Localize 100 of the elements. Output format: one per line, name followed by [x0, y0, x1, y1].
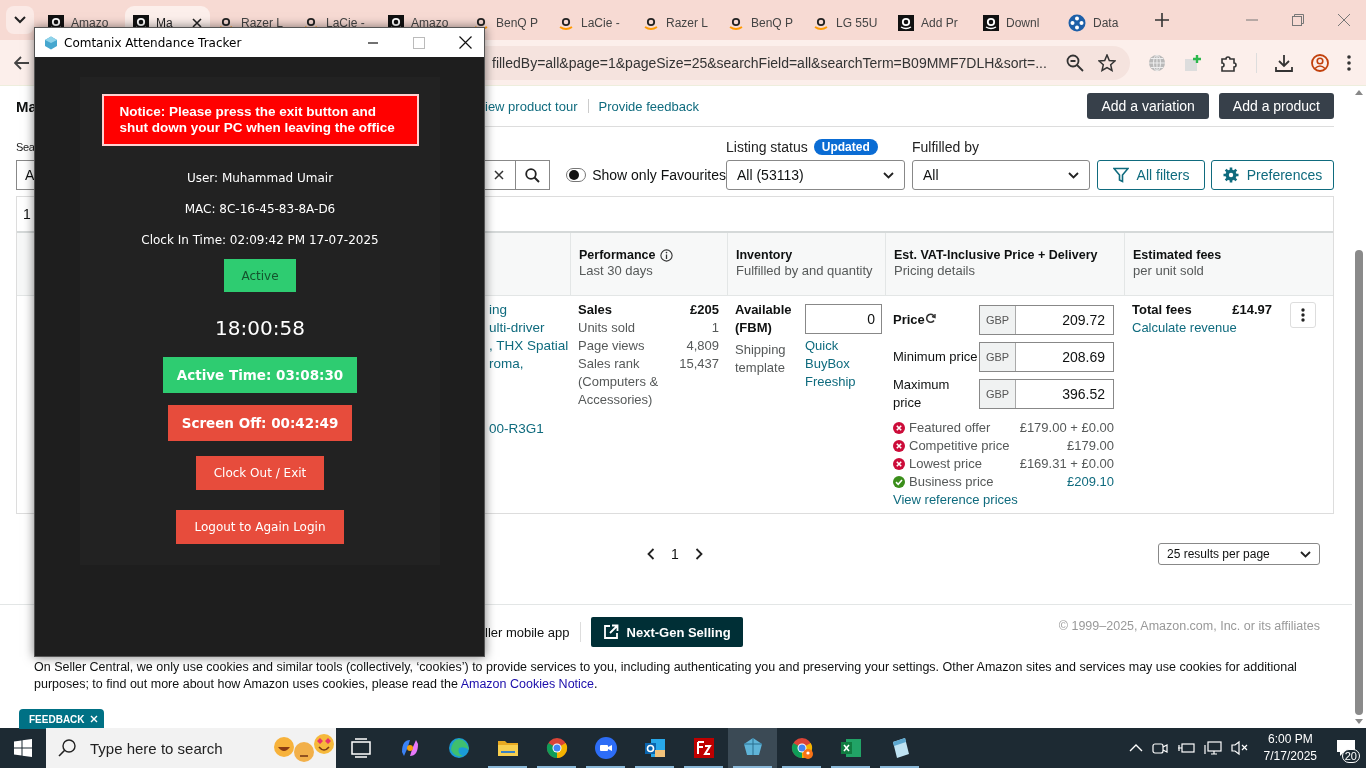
action-button[interactable]: Clock Out / Exit [195, 456, 325, 490]
zoom-icon[interactable] [1066, 53, 1084, 72]
new-tab-icon[interactable] [1155, 13, 1169, 27]
price-label: Minimum price [893, 348, 979, 366]
add-product-button[interactable]: Add a product [1218, 93, 1334, 119]
price-field[interactable]: GBP 208.69 [979, 342, 1114, 372]
video-icon [593, 736, 618, 760]
metric-label: Page views [578, 337, 646, 355]
browser-tab[interactable]: Downl [975, 6, 1060, 40]
favourites-toggle[interactable] [566, 168, 587, 182]
wave-icon [446, 736, 471, 760]
restore-icon[interactable] [1292, 14, 1304, 26]
puzzle-icon[interactable] [1220, 53, 1238, 72]
refresh-icon[interactable] [924, 313, 936, 324]
fees-value: £14.97 [1232, 301, 1272, 319]
close-icon[interactable] [459, 36, 472, 49]
ring-logo-icon [789, 736, 814, 760]
chevron-down-icon [14, 16, 26, 24]
fulfilled-by-label: Fulfilled by [912, 139, 980, 155]
reference-label: Competitive price [909, 437, 1010, 455]
download-icon[interactable] [1275, 53, 1293, 72]
search-icon [525, 167, 540, 183]
browser-tab[interactable]: Data [1060, 6, 1145, 40]
cookies-notice-link[interactable]: Amazon Cookies Notice [460, 677, 595, 691]
search-icon [58, 739, 76, 757]
shipping-template-link[interactable]: Quick BuyBox Freeship [805, 337, 877, 391]
availability-label: Available (FBM) [735, 301, 793, 337]
scroll-down-icon[interactable] [1355, 719, 1363, 724]
network-icon[interactable] [1203, 740, 1222, 756]
quantity-field[interactable]: 0 [805, 304, 882, 334]
task-view-icon [348, 736, 373, 760]
search-button[interactable] [516, 160, 550, 190]
profile-icon[interactable] [1311, 53, 1329, 72]
menu-icon[interactable] [1347, 54, 1351, 71]
reference-value: £209.10 [1066, 473, 1114, 491]
column-title: Performance [579, 248, 656, 262]
close-icon[interactable] [192, 18, 202, 28]
product-title-link[interactable]: ing ulti-driver , THX Spatial roma, [489, 301, 570, 373]
browser-tab[interactable]: Add Pr [890, 6, 975, 40]
mobile-app-link[interactable]: ller mobile app [485, 624, 570, 640]
action-button[interactable]: Logout to Again Login [176, 510, 344, 544]
reference-value: £179.00 + £0.00 [1018, 419, 1114, 437]
fulfilled-by-select[interactable]: All [912, 160, 1090, 190]
product-tour-link[interactable]: iew product tour [485, 98, 578, 114]
ring-logo-icon [544, 736, 569, 760]
scroll-up-icon[interactable] [1355, 90, 1363, 95]
column-title: Estimated fees [1133, 248, 1222, 262]
reference-label: Featured offer [909, 419, 991, 437]
next-page-icon[interactable] [694, 548, 703, 560]
feedback-tab[interactable]: FEEDBACK [19, 709, 104, 729]
spreadsheet-icon [838, 736, 863, 760]
reference-prices-link[interactable]: View reference prices [893, 491, 1116, 509]
chevron-up-icon[interactable] [1128, 744, 1143, 752]
column-title: Inventory [736, 248, 793, 262]
filter-icon [1112, 167, 1129, 183]
muted-speaker-icon[interactable] [1230, 740, 1249, 756]
search-label: Sea [16, 141, 36, 153]
price-label: Price [893, 311, 979, 329]
preferences-button[interactable]: Preferences [1211, 160, 1334, 190]
browser-tab[interactable]: LaCie - [550, 6, 635, 40]
taskbar-clock[interactable]: 6:00 PM 7/17/2025 [1263, 731, 1317, 765]
bookmark-star-icon[interactable] [1098, 53, 1116, 72]
back-arrow-icon[interactable] [14, 55, 30, 70]
sales-label: Sales [578, 301, 613, 319]
column-title: Est. VAT-Inclusive Price + Delivery [894, 248, 1098, 262]
session-info-text: MAC: 8C-16-45-83-8A-D6 [184, 202, 336, 218]
browser-tab[interactable]: LG 55U [805, 6, 890, 40]
page-number[interactable]: 1 [671, 546, 679, 562]
browser-tab[interactable]: Razer L [635, 6, 720, 40]
chevron-down-icon [1068, 171, 1079, 179]
add-variation-button[interactable]: Add a variation [1087, 93, 1209, 119]
more-actions-button[interactable] [1290, 302, 1316, 328]
previous-page-icon[interactable] [647, 548, 656, 560]
favourites-label: Show only Favourites [592, 167, 726, 183]
next-gen-selling-button[interactable]: Next-Gen Selling [590, 617, 743, 647]
listing-status-label: Listing status [726, 139, 808, 155]
chevron-down-icon [1300, 550, 1311, 558]
copyright-text: © 1999–2025, Amazon.com, Inc. or its affiliates [1058, 619, 1320, 633]
mail-icon [642, 736, 667, 760]
all-filters-button[interactable]: All filters [1097, 160, 1205, 190]
calculate-revenue-link[interactable]: Calculate revenue [1132, 319, 1272, 337]
notifications-button[interactable]: 20 [1326, 728, 1366, 768]
external-link-icon [602, 624, 619, 640]
listing-status-select[interactable]: All (53113) [726, 160, 905, 190]
feedback-link[interactable]: Provide feedback [598, 98, 699, 114]
metric-label: Sales rank (Computers & Accessories) [578, 355, 660, 409]
price-field[interactable]: GBP 396.52 [979, 379, 1114, 409]
battery-icon[interactable] [1176, 740, 1195, 756]
results-per-page-select[interactable]: 25 results per page [1158, 543, 1320, 565]
chevron-down-icon [883, 171, 894, 179]
info-icon[interactable] [660, 248, 674, 262]
browser-tab[interactable]: BenQ P [720, 6, 805, 40]
price-field[interactable]: GBP 209.72 [979, 305, 1114, 335]
camera-icon[interactable] [1151, 740, 1168, 756]
metric-value: 1 [710, 319, 719, 337]
favicon-icon [983, 15, 999, 31]
tab-list-button[interactable] [6, 6, 34, 34]
sku-text: 00-R3G1 [489, 420, 545, 438]
taskbar-search-field[interactable]: Type here to search [46, 728, 336, 768]
favicon-icon [813, 15, 829, 31]
